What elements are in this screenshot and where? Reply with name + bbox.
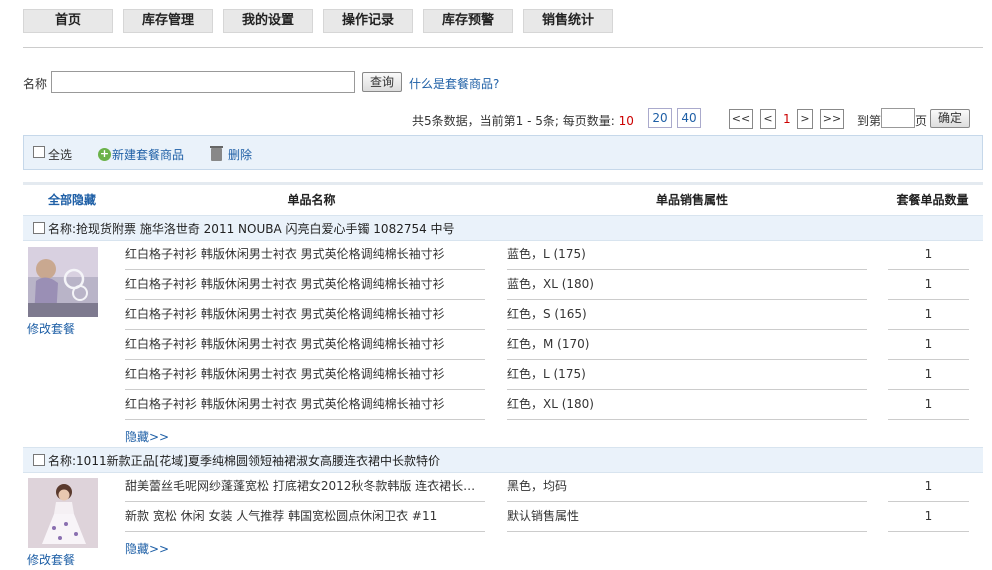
select-all-checkbox[interactable] [33, 146, 45, 158]
page-size-20[interactable]: 20 [648, 108, 672, 128]
nav-home[interactable]: 首页 [23, 9, 113, 33]
item-name: 红白格子衬衫 韩版休闲男士衬衣 男式英伦格调纯棉长袖寸衫 [125, 240, 485, 270]
page-size-40[interactable]: 40 [677, 108, 701, 128]
delete-link[interactable]: 删除 [228, 146, 252, 163]
item-name: 甜美蕾丝毛呢网纱蓬蓬宽松 打底裙女2012秋冬款韩版 连衣裙长… [125, 472, 485, 502]
search-input[interactable] [51, 71, 355, 93]
item-qty: 1 [888, 502, 969, 532]
nav-logs[interactable]: 操作记录 [323, 9, 413, 33]
hide-items-link[interactable]: 隐藏>> [125, 428, 169, 445]
goto-label: 到第 [857, 114, 882, 128]
group-checkbox[interactable] [33, 454, 45, 466]
item-qty: 1 [888, 390, 969, 420]
item-qty: 1 [888, 330, 969, 360]
group-checkbox[interactable] [33, 222, 45, 234]
search-button[interactable]: 查询 [362, 72, 402, 92]
last-page-button[interactable]: >> [820, 109, 844, 129]
edit-bundle-link[interactable]: 修改套餐 [27, 551, 75, 568]
help-link[interactable]: 什么是套餐商品? [409, 75, 499, 92]
nav-sales-stats[interactable]: 销售统计 [523, 9, 613, 33]
goto-page-suffix: 页 [915, 114, 928, 128]
item-qty: 1 [888, 360, 969, 390]
item-attr: 黑色，均码 [507, 472, 867, 502]
product-thumbnail[interactable] [28, 247, 98, 317]
group-title: 名称:抢现货附票 施华洛世奇 2011 NOUBA 闪亮白爱心手镯 108275… [48, 222, 455, 236]
pager-summary: 共5条数据，当前第1 - 5条; 每页数量: 10 [412, 114, 634, 128]
item-qty: 1 [888, 270, 969, 300]
item-attr: 红色，S (165) [507, 300, 867, 330]
nav-divider [23, 47, 983, 48]
next-page-button[interactable]: > [797, 109, 813, 129]
item-name: 红白格子衬衫 韩版休闲男士衬衣 男式英伦格调纯棉长袖寸衫 [125, 300, 485, 330]
group-title: 名称:1011新款正品[花域]夏季纯棉圆领短袖裙淑女高腰连衣裙中长款特价 [48, 454, 440, 468]
col-item-qty: 套餐单品数量 [882, 182, 983, 212]
item-attr: 红色，M (170) [507, 330, 867, 360]
new-bundle-link[interactable]: 新建套餐商品 [112, 146, 184, 163]
item-attr: 红色，XL (180) [507, 390, 867, 420]
item-name: 红白格子衬衫 韩版休闲男士衬衣 男式英伦格调纯棉长袖寸衫 [125, 330, 485, 360]
item-name: 红白格子衬衫 韩版休闲男士衬衣 男式英伦格调纯棉长袖寸衫 [125, 270, 485, 300]
nav-inventory[interactable]: 库存管理 [123, 9, 213, 33]
select-all-label[interactable]: 全选 [48, 146, 72, 163]
goto-confirm-button[interactable]: 确定 [930, 109, 970, 128]
current-page: 1 [783, 112, 791, 126]
first-page-button[interactable]: << [729, 109, 753, 129]
nav-settings[interactable]: 我的设置 [223, 9, 313, 33]
item-qty: 1 [888, 240, 969, 270]
item-name: 红白格子衬衫 韩版休闲男士衬衣 男式英伦格调纯棉长袖寸衫 [125, 360, 485, 390]
item-attr: 红色，L (175) [507, 360, 867, 390]
edit-bundle-link[interactable]: 修改套餐 [27, 320, 75, 337]
item-attr: 蓝色，L (175) [507, 240, 867, 270]
goto-page-input[interactable] [881, 108, 915, 128]
search-label: 名称 [23, 77, 48, 91]
trash-icon [210, 146, 223, 161]
item-name: 新款 宽松 休闲 女装 人气推荐 韩国宽松圆点休闲卫衣 #11 [125, 502, 485, 532]
page-size-current: 10 [618, 114, 634, 128]
prev-page-button[interactable]: < [760, 109, 776, 129]
item-name: 红白格子衬衫 韩版休闲男士衬衣 男式英伦格调纯棉长袖寸衫 [125, 390, 485, 420]
col-item-name: 单品名称 [121, 182, 502, 212]
item-qty: 1 [888, 300, 969, 330]
product-thumbnail[interactable] [28, 478, 98, 548]
col-item-attr: 单品销售属性 [502, 182, 882, 212]
item-attr: 蓝色，XL (180) [507, 270, 867, 300]
add-icon: + [98, 147, 111, 161]
hide-items-link[interactable]: 隐藏>> [125, 540, 169, 557]
item-attr: 默认销售属性 [507, 502, 867, 532]
item-qty: 1 [888, 472, 969, 502]
nav-stock-alert[interactable]: 库存预警 [423, 9, 513, 33]
hide-all-link[interactable]: 全部隐藏 [23, 182, 121, 212]
